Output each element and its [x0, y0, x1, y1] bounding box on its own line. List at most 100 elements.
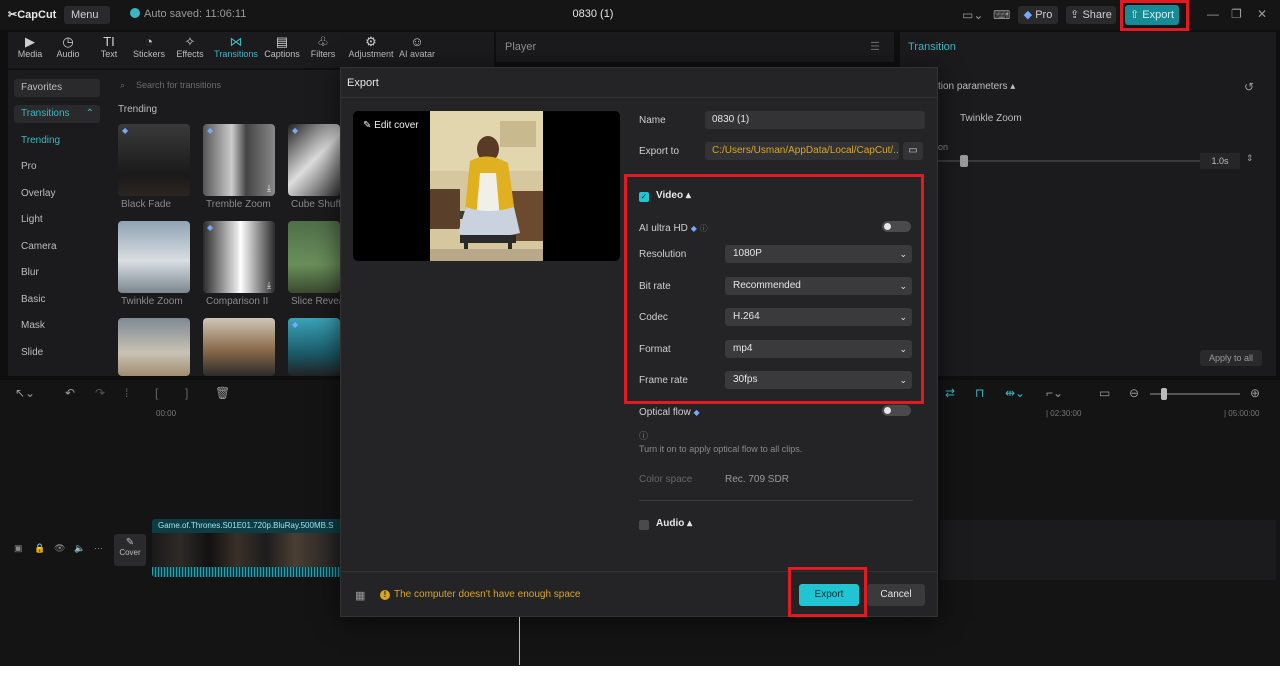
hamburger-icon[interactable]: ☰ [870, 32, 880, 62]
tab-label: AI avatar [398, 49, 436, 59]
magnet-icon[interactable]: ⊓ [975, 386, 984, 400]
tab-audio[interactable]: ◷ Audio [46, 34, 90, 59]
pro-button[interactable]: ◆ Pro [1018, 6, 1058, 24]
sidebar-item-basic[interactable]: Basic [14, 291, 100, 309]
audio-checkbox[interactable] [639, 520, 649, 530]
transition-thumb-slice-reveal[interactable] [288, 221, 340, 293]
parameters-heading[interactable]: tion parameters ▴ [938, 81, 1015, 92]
more-icon[interactable]: ⋯ [94, 543, 103, 554]
bitrate-select[interactable]: Recommended ⌄ [725, 277, 912, 295]
name-input[interactable]: 0830 (1) [705, 111, 925, 129]
split-icon[interactable]: ⁞ [125, 386, 128, 400]
zoom-slider-handle[interactable] [1161, 388, 1167, 400]
transition-thumb-cube-shuffle[interactable]: ◆ [288, 124, 340, 196]
sidebar-item-transitions[interactable]: Transitions ⌃ [14, 105, 100, 123]
select-tool-icon[interactable]: ↖⌄ [15, 386, 35, 400]
tab-transitions[interactable]: ⋈ Transitions [214, 34, 258, 59]
transition-thumb-black-fade[interactable]: ◆ [118, 124, 190, 196]
cancel-button[interactable]: Cancel [867, 584, 925, 606]
sidebar-item-blur[interactable]: Blur [14, 264, 100, 282]
tab-captions[interactable]: ▤ Captions [260, 34, 304, 59]
tab-label: Captions [264, 49, 300, 59]
format-select[interactable]: mp4 ⌄ [725, 340, 912, 358]
export-path-input[interactable]: C:/Users/Usman/AppData/Local/CapCut/... [705, 142, 899, 160]
tab-ai-avatar[interactable]: ☺ AI avatar [395, 34, 439, 59]
eye-icon[interactable]: 👁 [54, 543, 65, 554]
tab-effects[interactable]: ✧ Effects [168, 34, 212, 59]
ai-ultra-hd-toggle[interactable] [882, 221, 911, 232]
sidebar-item-trending[interactable]: Trending [14, 132, 100, 150]
snap-icon[interactable]: ⇹⌄ [1005, 386, 1025, 400]
transition-thumb-tremble-zoom[interactable]: ◆ ⤓ [203, 124, 275, 196]
framerate-select[interactable]: 30fps ⌄ [725, 371, 912, 389]
sidebar-item-slide[interactable]: Slide [14, 344, 100, 362]
sidebar-item-pro[interactable]: Pro [14, 158, 100, 176]
tab-filters[interactable]: ♧ Filters [301, 34, 345, 59]
transition-thumb-twinkle-zoom[interactable] [118, 221, 190, 293]
transition-thumb-comparison-ii[interactable]: ◆ ⤓ [203, 221, 275, 293]
sidebar-item-camera[interactable]: Camera [14, 238, 100, 256]
zoom-in-icon[interactable]: ⊕ [1250, 386, 1260, 400]
trim-left-icon[interactable]: [ [155, 386, 158, 400]
preview-axis-icon[interactable]: ⌐⌄ [1046, 386, 1063, 400]
caption-icon[interactable]: ▭ [1099, 386, 1110, 400]
tab-adjustment[interactable]: ⚙ Adjustment [347, 34, 395, 59]
edit-cover-button[interactable]: ✎ Edit cover [363, 120, 419, 131]
sidebar-item-favorites[interactable]: Favorites [14, 79, 100, 97]
minimize-icon[interactable]: — [1207, 7, 1219, 21]
transition-thumb[interactable] [203, 318, 275, 376]
filters-icon: ♧ [317, 34, 329, 49]
tab-text[interactable]: TI Text [87, 34, 131, 59]
film-icon[interactable]: ▦ [355, 589, 365, 602]
playhead[interactable] [519, 617, 520, 665]
reset-icon[interactable]: ↺ [1244, 80, 1254, 94]
redo-icon[interactable]: ↷ [95, 386, 105, 400]
shortcuts-icon[interactable]: ⌨ [993, 8, 1010, 22]
audio-section-heading[interactable]: Audio ▴ [656, 518, 692, 529]
lock-icon[interactable]: 🔒 [34, 543, 45, 554]
duration-slider-handle[interactable] [960, 155, 968, 167]
search-input[interactable]: ⌕ Search for transitions [118, 77, 338, 93]
delete-icon[interactable]: 🗑 [215, 386, 230, 400]
optical-flow-hint: Turn it on to apply optical flow to all … [639, 444, 803, 454]
video-checkbox[interactable]: ✓ [639, 192, 649, 202]
undo-icon[interactable]: ↶ [65, 386, 75, 400]
bitrate-value: Recommended [733, 280, 801, 291]
share-button[interactable]: ⇪ Share [1066, 6, 1116, 24]
layout-icon[interactable]: ▭⌄ [962, 8, 983, 22]
optical-flow-toggle[interactable] [882, 405, 911, 416]
video-section-heading[interactable]: Video ▴ [656, 190, 691, 201]
cover-button[interactable]: ✎ Cover [114, 534, 146, 566]
duration-slider-track[interactable] [938, 160, 1208, 162]
link-icon[interactable]: ⇄ [945, 386, 955, 400]
close-icon[interactable]: ✕ [1257, 7, 1267, 21]
stepper-icon[interactable]: ⇕ [1246, 153, 1254, 164]
transition-thumb[interactable]: ◆ [288, 318, 340, 376]
capcut-app: ✂CapCut Menu ⌄ Auto saved: 11:06:11 0830… [0, 0, 1280, 666]
video-clip[interactable]: Game.of.Thrones.S01E01.720p.BluRay.500MB… [152, 519, 342, 577]
apply-to-all-button[interactable]: Apply to all [1200, 350, 1262, 366]
speaker-icon[interactable]: 🔈 [74, 543, 85, 554]
zoom-out-icon[interactable]: ⊖ [1129, 386, 1139, 400]
resolution-label: Resolution [639, 249, 687, 260]
transition-thumb[interactable] [118, 318, 190, 376]
menu-button[interactable]: Menu ⌄ [64, 6, 110, 39]
codec-select[interactable]: H.264 ⌄ [725, 308, 912, 326]
export-button-top[interactable]: ⇧ Export [1125, 5, 1179, 25]
trim-right-icon[interactable]: ] [185, 386, 188, 400]
folder-icon[interactable]: ▭ [903, 142, 923, 160]
tab-stickers[interactable]: ◔ Stickers [127, 34, 171, 59]
track-preview-icon[interactable]: ▣ [14, 543, 23, 554]
download-icon[interactable]: ⤓ [267, 280, 271, 291]
duration-input[interactable]: 1.0s [1200, 153, 1240, 169]
clip-name: Game.of.Thrones.S01E01.720p.BluRay.500MB… [158, 521, 334, 530]
info-icon[interactable]: ⓘ [639, 429, 648, 442]
download-icon[interactable]: ⤓ [267, 183, 271, 194]
sidebar-item-overlay[interactable]: Overlay [14, 185, 100, 203]
export-button[interactable]: Export [799, 584, 859, 606]
restore-icon[interactable]: ❐ [1231, 7, 1242, 21]
info-icon[interactable]: ⓘ [700, 224, 708, 233]
resolution-select[interactable]: 1080P ⌄ [725, 245, 912, 263]
sidebar-item-light[interactable]: Light [14, 211, 100, 229]
sidebar-item-mask[interactable]: Mask [14, 317, 100, 335]
